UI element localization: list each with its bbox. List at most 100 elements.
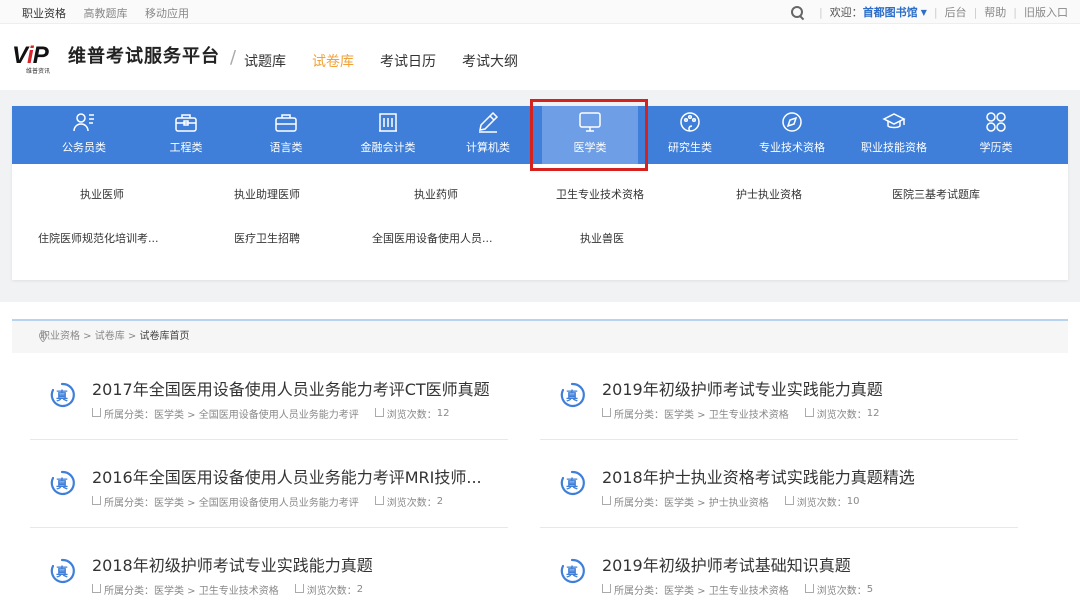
top-link-higher-ed[interactable]: 高教题库 bbox=[84, 7, 128, 20]
subcategory-item[interactable]: 执业助理医师 bbox=[234, 186, 300, 202]
view-count: 2 bbox=[436, 496, 444, 507]
category-computer[interactable]: 计算机类 bbox=[440, 106, 536, 164]
views-label: 浏览次数： bbox=[816, 410, 867, 421]
paper-title[interactable]: 2019年初级护师考试基础知识真题 bbox=[602, 552, 851, 576]
chevron-down-icon[interactable]: ▼ bbox=[921, 8, 927, 17]
library-name[interactable]: 首都图书馆 bbox=[863, 4, 918, 20]
view-count: 5 bbox=[866, 584, 874, 595]
admin-link[interactable]: 后台 bbox=[945, 4, 967, 20]
breadcrumb-current: 试卷库首页 bbox=[139, 331, 190, 342]
paper-meta: 所属分类： 医学类 > 卫生专业技术资格 浏览次数： 12 bbox=[602, 406, 879, 421]
compass-icon bbox=[782, 112, 802, 132]
view-count: 12 bbox=[436, 408, 450, 419]
views-label: 浏览次数： bbox=[306, 586, 357, 597]
toolbox-icon bbox=[175, 114, 197, 132]
paper-title[interactable]: 2019年初级护师考试专业实践能力真题 bbox=[602, 376, 883, 400]
views-icon bbox=[804, 584, 814, 593]
selection-highlight bbox=[530, 99, 648, 171]
subcategory-item[interactable]: 全国医用设备使用人员... bbox=[372, 230, 493, 246]
views-icon bbox=[804, 408, 814, 417]
category-vocational-skill[interactable]: 职业技能资格 bbox=[846, 106, 942, 164]
subcategory-item[interactable]: 医院三基考试题库 bbox=[892, 186, 980, 202]
views-icon bbox=[374, 496, 384, 505]
breadcrumb-item[interactable]: 试卷库 bbox=[95, 331, 125, 342]
paper-card[interactable]: 真 2018年初级护师考试专业实践能力真题所属分类： 医学类 > 卫生专业技术资格 浏… bbox=[30, 538, 508, 609]
subcategory-item[interactable]: 医疗卫生招聘 bbox=[234, 230, 300, 246]
views-icon bbox=[294, 584, 304, 593]
nav-paper-bank[interactable]: 试卷库 bbox=[312, 51, 354, 71]
paper-category: 医学类 > 护士执业资格 bbox=[664, 498, 769, 509]
subcategory-item[interactable]: 执业兽医 bbox=[580, 230, 624, 246]
site-header: ViP 维普资讯 维普考试服务平台 / 试题库 试卷库 考试日历 考试大纲 bbox=[0, 24, 1080, 90]
paper-meta: 所属分类： 医学类 > 卫生专业技术资格 浏览次数： 2 bbox=[92, 582, 363, 597]
search-icon[interactable] bbox=[790, 5, 804, 19]
briefcase-icon bbox=[275, 114, 297, 132]
category-language[interactable]: 语言类 bbox=[238, 106, 334, 164]
paper-meta: 所属分类： 医学类 > 卫生专业技术资格 浏览次数： 5 bbox=[602, 582, 873, 597]
vip-logo-icon: ViP 维普资讯 bbox=[12, 42, 51, 75]
welcome-label: 欢迎： bbox=[829, 6, 863, 19]
paper-card[interactable]: 真 2018年护士执业资格考试实践能力真题精选所属分类： 医学类 > 护士执业资格 浏… bbox=[540, 450, 1018, 528]
category-graduate[interactable]: 研究生类 bbox=[642, 106, 738, 164]
real-exam-badge-icon: 真 bbox=[560, 470, 585, 496]
paper-card[interactable]: 真 2016年全国医用设备使用人员业务能力考评MRI技师... 所属分类： 医学类 >… bbox=[30, 450, 508, 528]
subcategory-list: 执业医师 执业助理医师 执业药师 卫生专业技术资格 护士执业资格 医院三基考试题… bbox=[12, 164, 1068, 280]
category-label: 语言类 bbox=[269, 141, 303, 154]
pencil-icon bbox=[479, 111, 499, 133]
nav-question-bank[interactable]: 试题库 bbox=[244, 51, 286, 71]
subcategory-item[interactable]: 执业药师 bbox=[414, 186, 458, 202]
real-exam-badge-icon: 真 bbox=[50, 470, 75, 496]
view-count: 12 bbox=[866, 408, 880, 419]
category-label: 所属分类： bbox=[104, 586, 154, 597]
paper-category: 医学类 > 卫生专业技术资格 bbox=[664, 410, 789, 421]
nav-exam-calendar[interactable]: 考试日历 bbox=[380, 51, 436, 71]
location-pin-icon bbox=[39, 332, 47, 342]
paper-category: 医学类 > 全国医用设备使用人员业务能力考评 bbox=[154, 410, 359, 421]
real-exam-badge-icon: 真 bbox=[560, 558, 585, 584]
site-name: 维普考试服务平台 bbox=[68, 46, 220, 67]
paper-title[interactable]: 2018年初级护师考试专业实践能力真题 bbox=[92, 552, 373, 576]
view-count: 10 bbox=[846, 496, 860, 507]
paper-category: 医学类 > 卫生专业技术资格 bbox=[154, 586, 279, 597]
paper-title[interactable]: 2017年全国医用设备使用人员业务能力考评CT医师真题 bbox=[92, 376, 490, 400]
category-label: 计算机类 bbox=[466, 141, 510, 154]
main-nav: 试题库 试卷库 考试日历 考试大纲 bbox=[244, 51, 544, 71]
paper-category: 医学类 > 卫生专业技术资格 bbox=[664, 586, 789, 597]
category-label: 职业技能资格 bbox=[861, 141, 927, 154]
category-icon bbox=[602, 408, 611, 417]
category-label: 所属分类： bbox=[104, 498, 154, 509]
real-exam-badge-icon: 真 bbox=[50, 558, 75, 584]
real-exam-badge-icon: 真 bbox=[50, 382, 75, 408]
help-link[interactable]: 帮助 bbox=[984, 4, 1006, 20]
paper-title[interactable]: 2018年护士执业资格考试实践能力真题精选 bbox=[602, 464, 915, 488]
paper-title[interactable]: 2016年全国医用设备使用人员业务能力考评MRI技师... bbox=[92, 464, 482, 488]
category-icon bbox=[602, 584, 611, 593]
paper-card[interactable]: 真 2019年初级护师考试专业实践能力真题 所属分类： 医学类 > 卫生专业技术资格 浏… bbox=[540, 362, 1018, 440]
subcategory-item[interactable]: 住院医师规范化培训考... bbox=[38, 230, 159, 246]
views-label: 浏览次数： bbox=[816, 586, 867, 597]
category-civil-service[interactable]: 公务员类 bbox=[36, 106, 132, 164]
real-exam-badge-icon: 真 bbox=[560, 382, 585, 408]
paper-meta: 所属分类： 医学类 > 全国医用设备使用人员业务能力考评 浏览次数： 12 bbox=[92, 406, 449, 421]
paper-card[interactable]: 真 2019年初级护师考试基础知识真题 所属分类： 医学类 > 卫生专业技术资格 浏览次… bbox=[540, 538, 1018, 609]
subcategory-item[interactable]: 执业医师 bbox=[80, 186, 124, 202]
views-label: 浏览次数： bbox=[386, 410, 437, 421]
paper-category: 医学类 > 全国医用设备使用人员业务能力考评 bbox=[154, 498, 359, 509]
category-professional-tech[interactable]: 专业技术资格 bbox=[744, 106, 840, 164]
views-label: 浏览次数： bbox=[796, 498, 847, 509]
category-academic[interactable]: 学历类 bbox=[948, 106, 1044, 164]
category-finance[interactable]: 金融会计类 bbox=[340, 106, 436, 164]
category-engineering[interactable]: 工程类 bbox=[138, 106, 234, 164]
category-label: 所属分类： bbox=[614, 498, 664, 509]
nav-exam-outline[interactable]: 考试大纲 bbox=[462, 51, 518, 71]
bank-icon bbox=[379, 113, 397, 132]
top-link-vocational[interactable]: 职业资格 bbox=[22, 7, 66, 20]
paper-card[interactable]: 真 2017年全国医用设备使用人员业务能力考评CT医师真题 所属分类： 医学类 > 全… bbox=[30, 362, 508, 440]
top-link-mobile[interactable]: 移动应用 bbox=[145, 7, 189, 20]
subcategory-item[interactable]: 护士执业资格 bbox=[736, 186, 802, 202]
subcategory-item[interactable]: 卫生专业技术资格 bbox=[556, 186, 644, 202]
category-icon bbox=[602, 496, 611, 505]
views-label: 浏览次数： bbox=[386, 498, 437, 509]
old-version-link[interactable]: 旧版入口 bbox=[1024, 4, 1068, 20]
site-logo[interactable]: ViP 维普资讯 维普考试服务平台 / bbox=[12, 42, 236, 75]
